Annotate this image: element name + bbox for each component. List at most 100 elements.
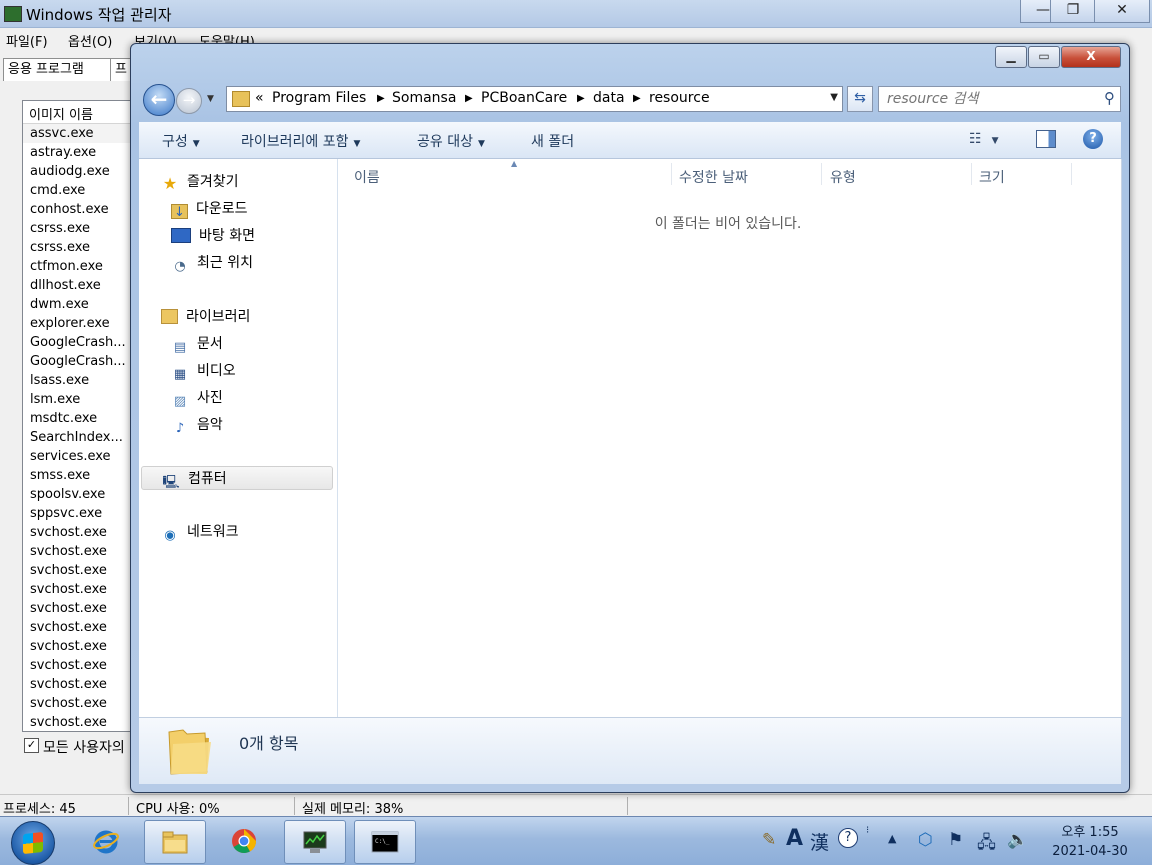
ime-mode-indicator[interactable]: A [786, 826, 803, 851]
process-row[interactable]: msdtc.exe [23, 409, 143, 428]
ime-help-icon[interactable]: ? [838, 828, 858, 848]
breadcrumb-separator-icon[interactable]: ▶ [633, 93, 641, 104]
breadcrumb-resource[interactable]: resource [649, 90, 710, 106]
show-hidden-icons-icon[interactable]: ▲ [888, 832, 896, 845]
nav-pictures[interactable]: ▨ 사진 [171, 386, 223, 410]
process-row[interactable]: lsass.exe [23, 371, 143, 390]
process-row[interactable]: svchost.exe [23, 580, 143, 599]
new-folder-button[interactable]: 새 폴더 [531, 131, 574, 151]
process-row[interactable]: assvc.exe [23, 124, 143, 143]
security-agent-icon[interactable]: ⬡ [918, 830, 933, 850]
breadcrumb-pcboancare[interactable]: PCBoanCare [481, 90, 567, 106]
tm-close-button[interactable]: ✕ [1094, 0, 1150, 23]
process-row[interactable]: smss.exe [23, 466, 143, 485]
image-name-column-header[interactable]: 이미지 이름 [23, 101, 143, 124]
process-row[interactable]: spoolsv.exe [23, 485, 143, 504]
process-row[interactable]: GoogleCrash... [23, 352, 143, 371]
column-divider[interactable] [671, 163, 672, 185]
explorer-maximize-button[interactable]: ▭ [1028, 46, 1060, 68]
search-input[interactable] [885, 90, 1089, 108]
file-list-pane[interactable]: ▲ 이름 수정한 날짜 유형 크기 이 폴더는 비어 있습니다. [338, 159, 1121, 717]
taskbar-chrome[interactable] [214, 820, 274, 862]
process-row[interactable]: sppsvc.exe [23, 504, 143, 523]
process-row[interactable]: svchost.exe [23, 561, 143, 580]
nav-recent-places[interactable]: ◔ 최근 위치 [171, 251, 253, 275]
explorer-close-button[interactable]: X [1061, 46, 1121, 68]
nav-downloads[interactable]: ↓ 다운로드 [171, 197, 248, 221]
nav-network[interactable]: ◉ 네트워크 [161, 520, 238, 544]
help-icon[interactable]: ? [1083, 129, 1103, 149]
search-icon[interactable]: ⚲ [1104, 89, 1115, 107]
process-row[interactable]: GoogleCrash... [23, 333, 143, 352]
column-divider[interactable] [821, 163, 822, 185]
process-row[interactable]: svchost.exe [23, 618, 143, 637]
process-row[interactable]: lsm.exe [23, 390, 143, 409]
organize-button[interactable]: 구성 ▼ [162, 131, 200, 151]
forward-button[interactable]: → [176, 88, 202, 114]
process-row[interactable]: services.exe [23, 447, 143, 466]
nav-videos[interactable]: ▦ 비디오 [171, 359, 236, 383]
taskbar-command-prompt[interactable]: C:\_ [354, 820, 416, 864]
tm-maximize-button[interactable]: ❐ [1050, 0, 1096, 23]
process-row[interactable]: astray.exe [23, 143, 143, 162]
ime-hanja-indicator[interactable]: 漢 [810, 828, 829, 855]
breadcrumb-data[interactable]: data [593, 90, 625, 106]
menu-options[interactable]: 옵션(O) [68, 31, 112, 50]
column-type[interactable]: 유형 [830, 167, 856, 187]
ime-options-icon[interactable]: ⁝ [866, 825, 869, 836]
taskbar-windows-explorer[interactable] [144, 820, 206, 864]
change-view-button[interactable]: ☷ ▼ [969, 131, 998, 147]
back-button[interactable]: ← [143, 84, 175, 116]
breadcrumb-program-files[interactable]: Program Files [272, 90, 366, 106]
taskbar-task-manager[interactable] [284, 820, 346, 864]
process-row[interactable]: svchost.exe [23, 542, 143, 561]
refresh-button[interactable]: ⇆ [847, 86, 873, 112]
process-row[interactable]: csrss.exe [23, 238, 143, 257]
process-row[interactable]: explorer.exe [23, 314, 143, 333]
column-size[interactable]: 크기 [979, 167, 1005, 187]
process-row[interactable]: svchost.exe [23, 675, 143, 694]
process-row[interactable]: svchost.exe [23, 694, 143, 713]
include-in-library-button[interactable]: 라이브러리에 포함 ▼ [241, 131, 360, 151]
breadcrumb-somansa[interactable]: Somansa [392, 90, 456, 106]
explorer-minimize-button[interactable]: ▁ [995, 46, 1027, 68]
column-date-modified[interactable]: 수정한 날짜 [679, 167, 748, 187]
process-row[interactable]: SearchIndex... [23, 428, 143, 447]
nav-computer[interactable]: 🖳 컴퓨터 [141, 466, 333, 490]
address-bar[interactable]: « Program Files ▶ Somansa ▶ PCBoanCare ▶… [226, 86, 843, 112]
menu-file[interactable]: 파일(F) [6, 31, 48, 50]
nav-documents[interactable]: ▤ 문서 [171, 332, 223, 356]
address-dropdown-icon[interactable]: ▼ [830, 92, 838, 103]
process-row[interactable]: svchost.exe [23, 656, 143, 675]
process-row[interactable]: svchost.exe [23, 637, 143, 656]
preview-pane-toggle-icon[interactable] [1036, 130, 1056, 148]
start-button[interactable] [11, 821, 55, 865]
action-center-flag-icon[interactable]: ⚑ [948, 830, 963, 850]
breadcrumb-separator-icon[interactable]: ▶ [377, 93, 385, 104]
volume-icon[interactable]: 🔈 [1007, 830, 1028, 850]
share-with-button[interactable]: 공유 대상 ▼ [417, 131, 485, 151]
nav-desktop[interactable]: 바탕 화면 [171, 224, 255, 248]
show-all-users-checkbox[interactable]: ✓ [24, 738, 39, 753]
tab-applications[interactable]: 응용 프로그램 [3, 58, 113, 81]
process-row[interactable]: cmd.exe [23, 181, 143, 200]
column-divider[interactable] [1071, 163, 1072, 185]
breadcrumb-overflow[interactable]: « [255, 90, 264, 106]
process-row[interactable]: svchost.exe [23, 599, 143, 618]
breadcrumb-separator-icon[interactable]: ▶ [577, 93, 585, 104]
breadcrumb-separator-icon[interactable]: ▶ [465, 93, 473, 104]
recent-pages-dropdown-icon[interactable]: ▼ [207, 94, 214, 104]
clock[interactable]: 오후 1:55 2021-04-30 [1040, 823, 1140, 861]
search-box[interactable]: ⚲ [878, 86, 1121, 112]
nav-favorites[interactable]: ★ 즐겨찾기 [161, 170, 239, 194]
taskbar-internet-explorer[interactable] [76, 820, 136, 862]
network-icon[interactable]: 🖧 [977, 830, 996, 859]
process-row[interactable]: dwm.exe [23, 295, 143, 314]
process-row[interactable]: svchost.exe [23, 523, 143, 542]
process-row[interactable]: conhost.exe [23, 200, 143, 219]
process-row[interactable]: audiodg.exe [23, 162, 143, 181]
process-row[interactable]: svchost.exe [23, 713, 143, 731]
language-bar-icon[interactable]: ✎ [762, 830, 776, 850]
process-row[interactable]: csrss.exe [23, 219, 143, 238]
nav-music[interactable]: ♪ 음악 [171, 413, 223, 437]
